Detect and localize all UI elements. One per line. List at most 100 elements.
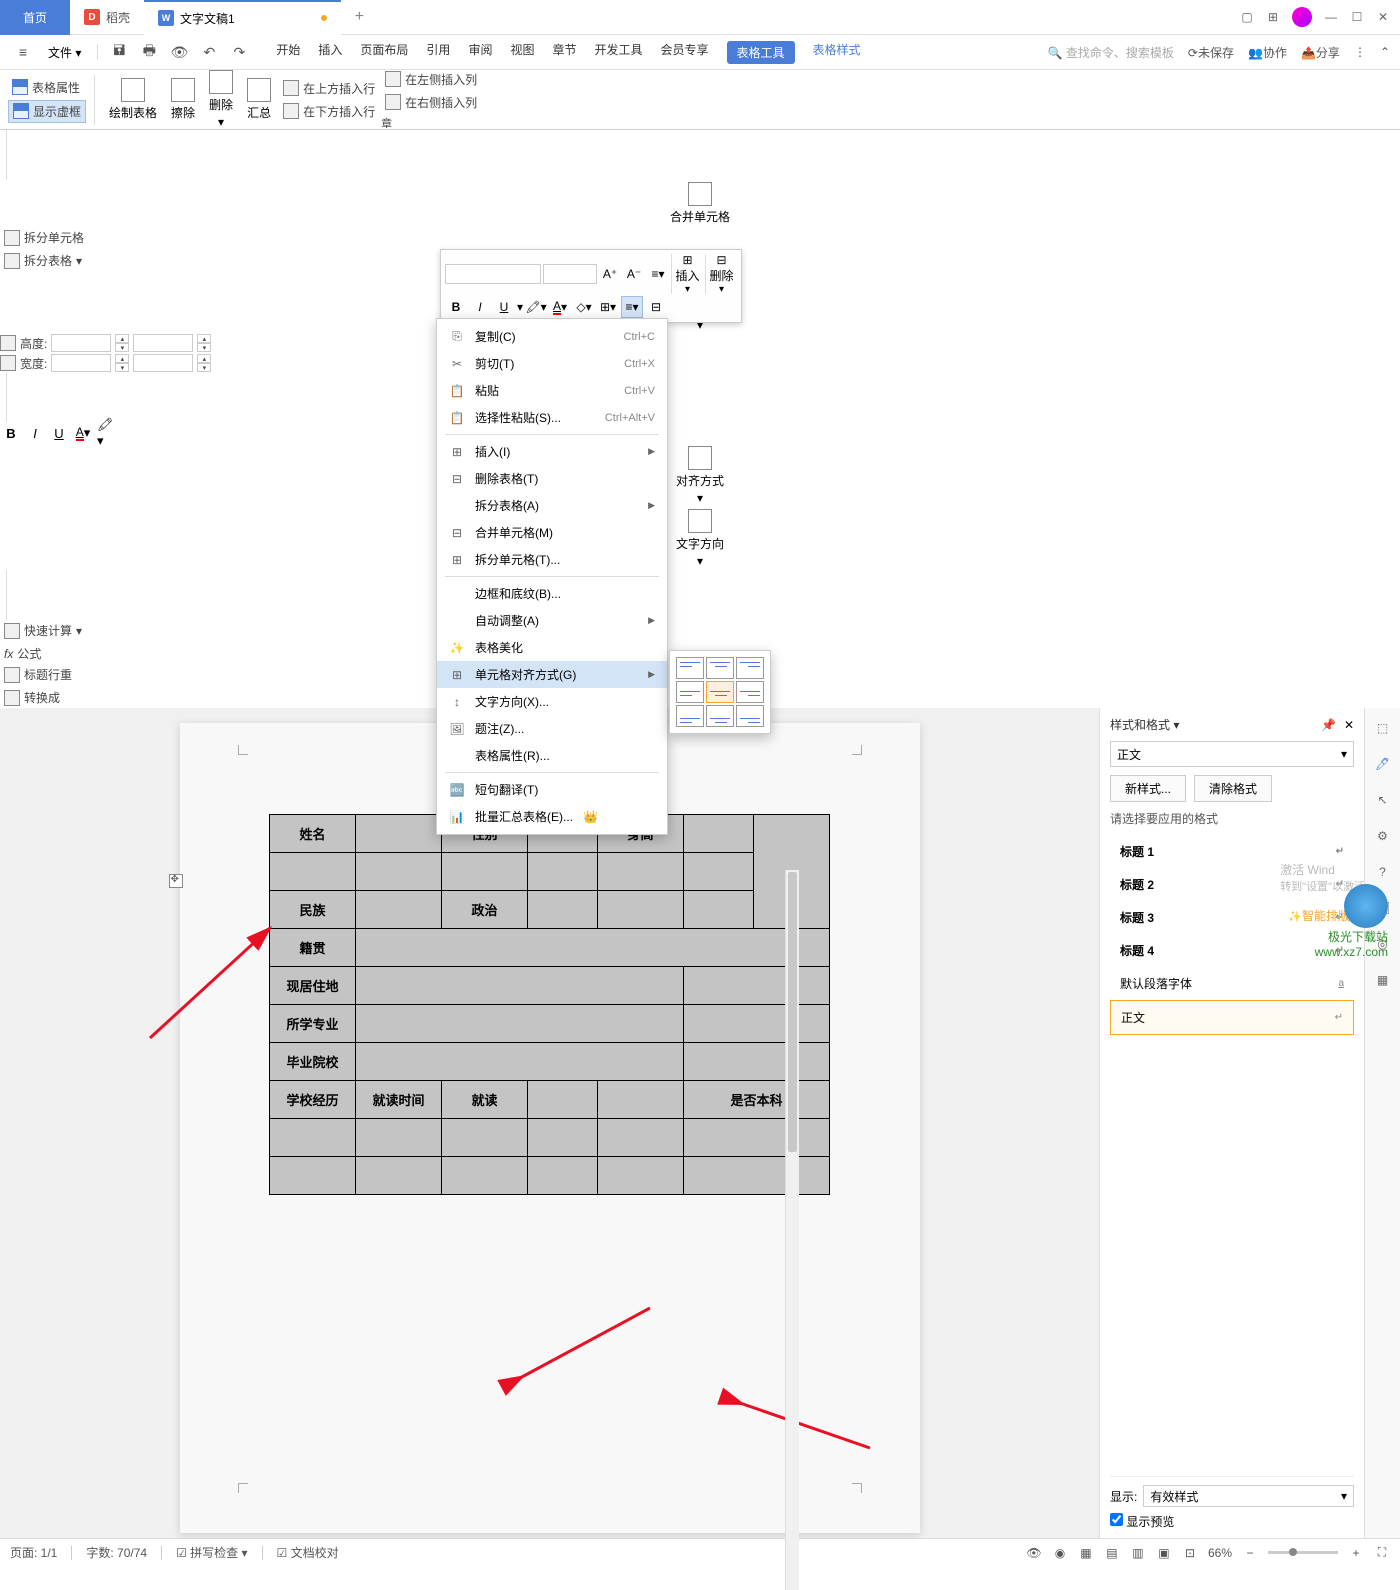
cm-batch-sum[interactable]: 📊批量汇总表格(E)... 👑 bbox=[437, 803, 667, 830]
share-button[interactable]: 📤分享 bbox=[1301, 44, 1340, 61]
delete-button[interactable]: 删除▾ bbox=[203, 68, 239, 131]
cm-borders[interactable]: 边框和底纹(B)... bbox=[437, 580, 667, 607]
cm-copy[interactable]: ⎘复制(C)Ctrl+C bbox=[437, 323, 667, 350]
current-style-select[interactable]: 正文▾ bbox=[1110, 741, 1354, 767]
cm-beautify[interactable]: ✨表格美化 bbox=[437, 634, 667, 661]
align-top-left[interactable] bbox=[676, 657, 704, 679]
split-cell-button[interactable]: 拆分单元格 bbox=[0, 227, 1400, 248]
cursor-icon[interactable]: ↖ bbox=[1373, 790, 1393, 810]
bold-button[interactable]: B bbox=[0, 422, 22, 444]
align-bottom-left[interactable] bbox=[676, 705, 704, 727]
align-bottom-right[interactable] bbox=[736, 705, 764, 727]
align-middle-left[interactable] bbox=[676, 681, 704, 703]
underline-button[interactable]: U bbox=[48, 422, 70, 444]
help-icon[interactable]: ? bbox=[1373, 862, 1393, 882]
quick-calc-button[interactable]: 快速计算▾ bbox=[0, 620, 1400, 641]
cm-cell-align[interactable]: ⊞单元格对齐方式(G)▶ bbox=[437, 661, 667, 688]
style-body[interactable]: 正文↵ bbox=[1110, 1000, 1354, 1035]
tab-insert[interactable]: 插入 bbox=[318, 41, 342, 64]
focus-icon[interactable]: ◉ bbox=[1052, 1545, 1068, 1561]
insert-col-left-button[interactable]: 在左侧插入列 bbox=[381, 69, 481, 90]
minimize-button[interactable]: — bbox=[1324, 10, 1338, 24]
align-top-right[interactable] bbox=[736, 657, 764, 679]
mini-grow-font[interactable]: A⁺ bbox=[599, 263, 621, 285]
mini-bold[interactable]: B bbox=[445, 296, 467, 318]
tab-layout[interactable]: 页面布局 bbox=[360, 41, 408, 64]
file-menu[interactable]: 文件 ▾ bbox=[40, 44, 89, 61]
view-outline-icon[interactable]: ▥ bbox=[1130, 1545, 1146, 1561]
tab-reference[interactable]: 引用 bbox=[426, 41, 450, 64]
fit-icon[interactable]: ⊡ bbox=[1182, 1545, 1198, 1561]
more-icon[interactable]: ⋮ bbox=[1354, 45, 1366, 59]
mini-font-select[interactable] bbox=[445, 264, 541, 284]
cm-insert[interactable]: ⊞插入(I)▶ bbox=[437, 438, 667, 465]
insert-row-below-button[interactable]: 在下方插入行 bbox=[279, 101, 379, 122]
mini-linespace[interactable]: ≡▾ bbox=[647, 263, 669, 285]
height-input[interactable] bbox=[51, 334, 111, 352]
mini-merge[interactable]: ⊟ bbox=[645, 296, 667, 318]
search-input[interactable]: 🔍 查找命令、搜索模板 bbox=[1048, 44, 1174, 61]
tab-daoker[interactable]: D稻壳 bbox=[70, 0, 144, 35]
collapse-icon[interactable]: ⌃ bbox=[1380, 45, 1390, 59]
font-color-button[interactable]: A▾ bbox=[72, 422, 94, 444]
insert-row-above-button[interactable]: 在上方插入行 bbox=[279, 78, 379, 99]
pen-tool-icon[interactable]: 🖊 bbox=[1373, 754, 1393, 774]
page-indicator[interactable]: 页面: 1/1 bbox=[10, 1544, 57, 1561]
tab-review[interactable]: 审阅 bbox=[468, 41, 492, 64]
table-move-handle[interactable] bbox=[169, 874, 183, 888]
cm-split-table[interactable]: 拆分表格(A)▶ bbox=[437, 492, 667, 519]
align-bottom-center[interactable] bbox=[706, 705, 734, 727]
summary-button[interactable]: 汇总 bbox=[241, 76, 277, 123]
zoom-out[interactable]: − bbox=[1242, 1545, 1258, 1561]
cm-paste-special[interactable]: 📋选择性粘贴(S)...Ctrl+Alt+V bbox=[437, 404, 667, 431]
zoom-slider[interactable] bbox=[1268, 1551, 1338, 1554]
show-select[interactable]: 有效样式▾ bbox=[1143, 1485, 1354, 1507]
height-down[interactable]: ▾ bbox=[115, 343, 129, 352]
doc-proof[interactable]: ☑ 文档校对 bbox=[277, 1544, 339, 1561]
mini-delete[interactable]: ⊟删除▾ bbox=[705, 254, 737, 294]
merge-cells-button[interactable]: 合并单元格 bbox=[0, 180, 1400, 227]
spell-check[interactable]: ☑ 拼写检查 ▾ bbox=[176, 1544, 247, 1561]
tab-document[interactable]: W文字文稿1 bbox=[144, 0, 341, 35]
close-button[interactable]: ✕ bbox=[1376, 10, 1390, 24]
mini-underline[interactable]: U bbox=[493, 296, 515, 318]
align-middle-center[interactable] bbox=[706, 681, 734, 703]
tab-view[interactable]: 视图 bbox=[510, 41, 534, 64]
layout-tool-icon[interactable]: ▦ bbox=[1373, 970, 1393, 990]
width-input-2[interactable] bbox=[133, 354, 193, 372]
collab-button[interactable]: 👥协作 bbox=[1248, 44, 1287, 61]
cm-merge-cells[interactable]: ⊟合并单元格(M) bbox=[437, 519, 667, 546]
tab-start[interactable]: 开始 bbox=[276, 41, 300, 64]
cm-paste[interactable]: 📋粘贴Ctrl+V bbox=[437, 377, 667, 404]
tab-dev[interactable]: 开发工具 bbox=[594, 41, 642, 64]
height-up[interactable]: ▴ bbox=[115, 334, 129, 343]
height-input-2[interactable] bbox=[133, 334, 193, 352]
style-default-font[interactable]: 默认段落字体a bbox=[1110, 967, 1354, 1000]
mini-border[interactable]: ⊞▾ bbox=[597, 296, 619, 318]
redo-icon[interactable]: ↷ bbox=[226, 39, 252, 65]
tab-home[interactable]: 首页 bbox=[0, 0, 70, 35]
cm-delete-table[interactable]: ⊟删除表格(T) bbox=[437, 465, 667, 492]
text-direction-button[interactable]: 文字方向▾ bbox=[0, 507, 1400, 570]
table-props-button[interactable]: 表格属性 bbox=[8, 77, 86, 98]
cm-cut[interactable]: ✂剪切(T)Ctrl+X bbox=[437, 350, 667, 377]
resume-table[interactable]: 姓名性别身高 民族政治 籍贯 现居住地 所学专业 毕业院校 学校经历就读时间就读… bbox=[269, 814, 830, 1195]
clear-format-button[interactable]: 清除格式 bbox=[1194, 775, 1272, 802]
width-input[interactable] bbox=[51, 354, 111, 372]
align-button[interactable]: 对齐方式▾ bbox=[0, 444, 1400, 507]
align-middle-right[interactable] bbox=[736, 681, 764, 703]
show-gridlines-button[interactable]: 显示虚框 bbox=[8, 100, 86, 123]
cm-autofit[interactable]: 自动调整(A)▶ bbox=[437, 607, 667, 634]
tab-table-tools[interactable]: 表格工具 bbox=[727, 41, 795, 64]
align-top-center[interactable] bbox=[706, 657, 734, 679]
zoom-level[interactable]: 66% bbox=[1208, 1546, 1232, 1560]
cm-split-cells[interactable]: ⊞拆分单元格(T)... bbox=[437, 546, 667, 573]
view-web-icon[interactable]: ▤ bbox=[1104, 1545, 1120, 1561]
mini-italic[interactable]: I bbox=[469, 296, 491, 318]
undo-icon[interactable]: ↶ bbox=[196, 39, 222, 65]
panel-close-icon[interactable]: ✕ bbox=[1344, 718, 1354, 732]
word-count[interactable]: 字数: 70/74 bbox=[86, 1544, 147, 1561]
preview-checkbox[interactable]: 显示预览 bbox=[1110, 1513, 1354, 1530]
unsaved-button[interactable]: ⟳未保存 bbox=[1188, 44, 1234, 61]
tab-table-style[interactable]: 表格样式 bbox=[813, 41, 861, 64]
